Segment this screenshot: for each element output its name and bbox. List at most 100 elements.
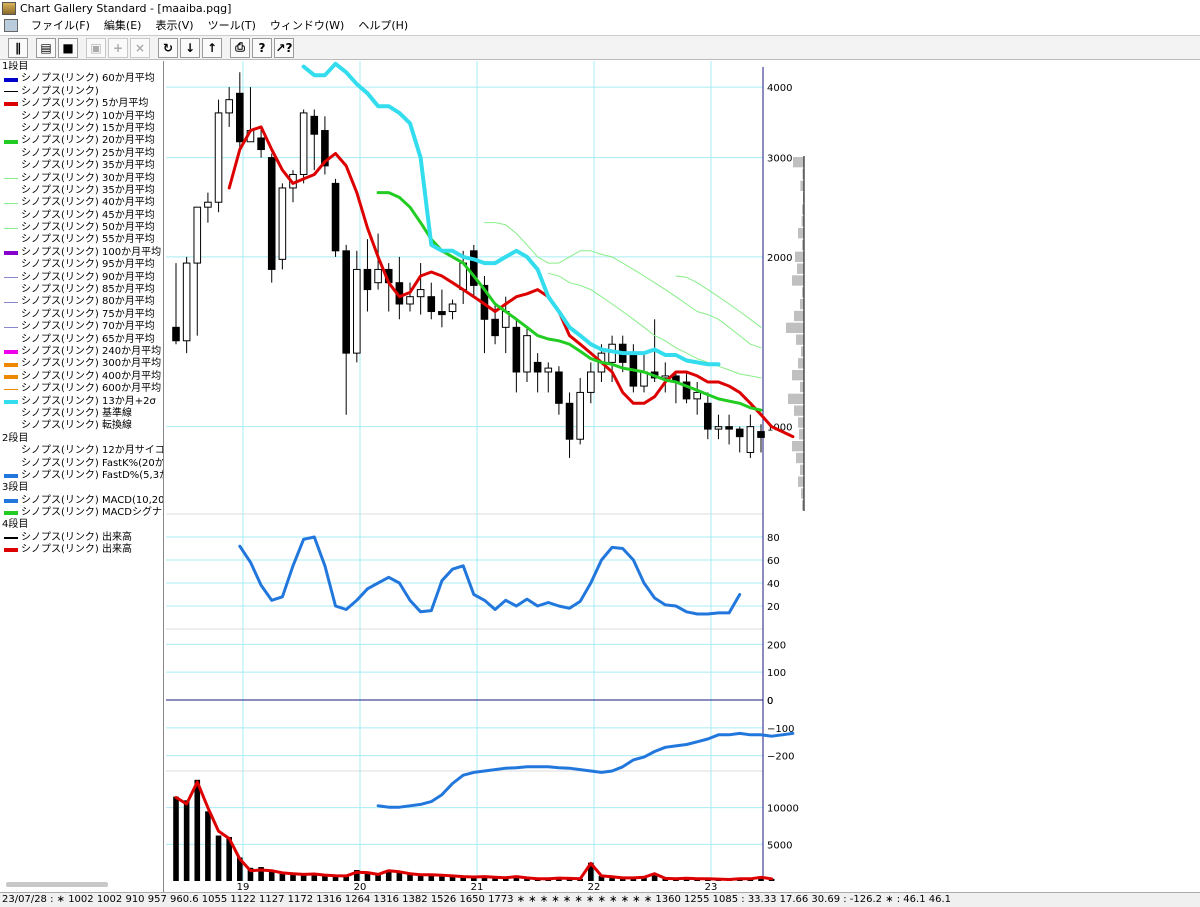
legend-item[interactable]: シノプス(リンク) 85か月平均	[0, 284, 163, 296]
volume-bar	[194, 779, 201, 881]
legend-item-label: シノプス(リンク) 45か月平均	[21, 209, 155, 221]
menu-view[interactable]: 表示(V)	[148, 17, 200, 33]
legend-item-label: シノプス(リンク) 240か月平均	[21, 345, 162, 357]
legend-item[interactable]: シノプス(リンク) 70か月平均	[0, 321, 163, 333]
legend-line-swatch	[4, 239, 18, 242]
y-tick-label: 10000	[767, 804, 799, 815]
app-icon	[2, 1, 16, 15]
add-button[interactable]: +	[108, 37, 128, 58]
legend-line-swatch	[4, 462, 18, 465]
legend-item[interactable]: シノプス(リンク) 80か月平均	[0, 296, 163, 308]
legend-item[interactable]: シノプス(リンク) 5か月平均	[0, 98, 163, 110]
legend-item[interactable]: シノプス(リンク) 50か月平均	[0, 222, 163, 234]
legend-item[interactable]: シノプス(リンク) MACDシグナル	[0, 507, 163, 519]
legend-item[interactable]: シノプス(リンク) 600か月平均	[0, 383, 163, 395]
legend-line-swatch	[4, 498, 18, 503]
candle-body-up	[576, 391, 584, 440]
legend-item-label: シノプス(リンク) 転換線	[21, 420, 132, 432]
legend-line-swatch	[4, 77, 18, 82]
legend-item[interactable]: シノプス(リンク) 13か月+2σ	[0, 396, 163, 408]
candle-body-down	[491, 318, 499, 337]
context-help-button[interactable]: ↗?	[274, 37, 294, 58]
open-icon: ▤	[40, 40, 52, 55]
copy-button[interactable]: ▣	[86, 37, 106, 58]
legend-section-header[interactable]: 2段目	[0, 433, 163, 445]
legend-item[interactable]: シノプス(リンク) 35か月平均	[0, 185, 163, 197]
candle-body-down	[172, 326, 180, 342]
legend-item[interactable]: シノプス(リンク) 出来高	[0, 532, 163, 544]
menu-edit[interactable]: 編集(E)	[97, 17, 149, 33]
legend-item[interactable]: シノプス(リンク) 95か月平均	[0, 259, 163, 271]
series-legend[interactable]: 1段目 シノプス(リンク) 60か月平均 シノプス(リンク) シノプス(リンク) 5か…	[0, 61, 164, 892]
legend-item-label: シノプス(リンク) 35か月平均	[21, 184, 155, 196]
save-button[interactable]: ■	[58, 37, 78, 58]
legend-item[interactable]: シノプス(リンク) 65か月平均	[0, 334, 163, 346]
legend-item[interactable]: シノプス(リンク) 20か月平均	[0, 135, 163, 147]
volume-profile-bar	[799, 429, 804, 440]
legend-item[interactable]: シノプス(リンク) 15か月平均	[0, 123, 163, 135]
legend-section-header[interactable]: 1段目	[0, 61, 163, 73]
menu-file[interactable]: ファイル(F)	[24, 17, 97, 33]
refresh-button[interactable]: ↻	[158, 37, 178, 58]
candlestick	[204, 192, 212, 223]
legend-line-swatch	[4, 165, 18, 168]
legend-item[interactable]: シノプス(リンク) 45か月平均	[0, 210, 163, 222]
upload-button[interactable]: ↑	[202, 37, 222, 58]
legend-item[interactable]: シノプス(リンク) 35か月平均	[0, 160, 163, 172]
candlestick	[225, 87, 233, 127]
legend-item[interactable]: シノプス(リンク) 12か月サイコロ	[0, 445, 163, 457]
legend-item[interactable]: シノプス(リンク) 75か月平均	[0, 309, 163, 321]
legend-item[interactable]: シノプス(リンク) FastK%(20か月)	[0, 458, 163, 470]
menu-bar: ファイル(F) 編集(E) 表示(V) ツール(T) ウィンドウ(W) ヘルプ(H)	[0, 16, 1200, 34]
legend-item[interactable]: シノプス(リンク) 出来高	[0, 544, 163, 556]
stock-chart[interactable]: 100020003000400020406080−200−10001002005…	[166, 61, 1200, 892]
open-button[interactable]: ▤	[36, 37, 56, 58]
y-tick-label: 2000	[767, 253, 792, 264]
legend-horizontal-scrollbar[interactable]	[6, 882, 108, 887]
document-icon[interactable]	[4, 18, 18, 32]
legend-item[interactable]: シノプス(リンク) 60か月平均	[0, 73, 163, 85]
legend-section-header[interactable]: 4段目	[0, 519, 163, 531]
legend-item[interactable]: シノプス(リンク) 100か月平均	[0, 247, 163, 259]
legend-item[interactable]: シノプス(リンク) 300か月平均	[0, 358, 163, 370]
legend-section-header[interactable]: 3段目	[0, 482, 163, 494]
legend-item[interactable]: シノプス(リンク) 転換線	[0, 420, 163, 432]
legend-item[interactable]: シノプス(リンク) 400か月平均	[0, 371, 163, 383]
chart-type-button[interactable]: ∥	[8, 37, 28, 58]
legend-item[interactable]: シノプス(リンク)	[0, 86, 163, 98]
legend-item[interactable]: シノプス(リンク) 40か月平均	[0, 197, 163, 209]
title-bar: Chart Gallery Standard - [maaiba.pqg]	[0, 0, 1200, 16]
legend-line-swatch	[4, 326, 18, 328]
legend-item[interactable]: シノプス(リンク) 240か月平均	[0, 346, 163, 358]
legend-line-swatch	[4, 91, 18, 93]
delete-button[interactable]: ×	[130, 37, 150, 58]
legend-item-label: シノプス(リンク) 60か月平均	[21, 73, 155, 85]
legend-item[interactable]: シノプス(リンク) FastD%(5,3か月	[0, 470, 163, 482]
legend-item-label: シノプス(リンク) 出来高	[21, 544, 132, 556]
legend-line-swatch	[4, 362, 18, 367]
menu-help[interactable]: ヘルプ(H)	[351, 17, 415, 33]
legend-item[interactable]: シノプス(リンク) MACD(10,20か,	[0, 495, 163, 507]
series-line	[227, 125, 795, 439]
menu-window[interactable]: ウィンドウ(W)	[263, 17, 351, 33]
candlestick	[704, 392, 712, 440]
window-title: Chart Gallery Standard - [maaiba.pqg]	[20, 1, 232, 15]
help-button[interactable]: ?	[252, 37, 272, 58]
legend-item[interactable]: シノプス(リンク) 30か月平均	[0, 173, 163, 185]
legend-item[interactable]: シノプス(リンク) 基準線	[0, 408, 163, 420]
download-button[interactable]: ↓	[180, 37, 200, 58]
menu-tools[interactable]: ツール(T)	[201, 17, 263, 33]
legend-line-swatch	[4, 102, 18, 107]
legend-item[interactable]: シノプス(リンク) 90か月平均	[0, 272, 163, 284]
candle-body-down	[310, 115, 319, 135]
candlestick	[214, 99, 223, 213]
candle-body-down	[725, 426, 733, 430]
volume-profile-bar	[794, 310, 804, 322]
series-line	[484, 222, 762, 349]
legend-item[interactable]: シノプス(リンク) 25か月平均	[0, 148, 163, 160]
print-button[interactable]: ⎙	[230, 37, 250, 58]
legend-item[interactable]: シノプス(リンク) 55か月平均	[0, 234, 163, 246]
x-tick-label: 19	[237, 882, 250, 892]
legend-item[interactable]: シノプス(リンク) 10か月平均	[0, 111, 163, 123]
legend-item-label: シノプス(リンク) 13か月+2σ	[21, 395, 156, 407]
